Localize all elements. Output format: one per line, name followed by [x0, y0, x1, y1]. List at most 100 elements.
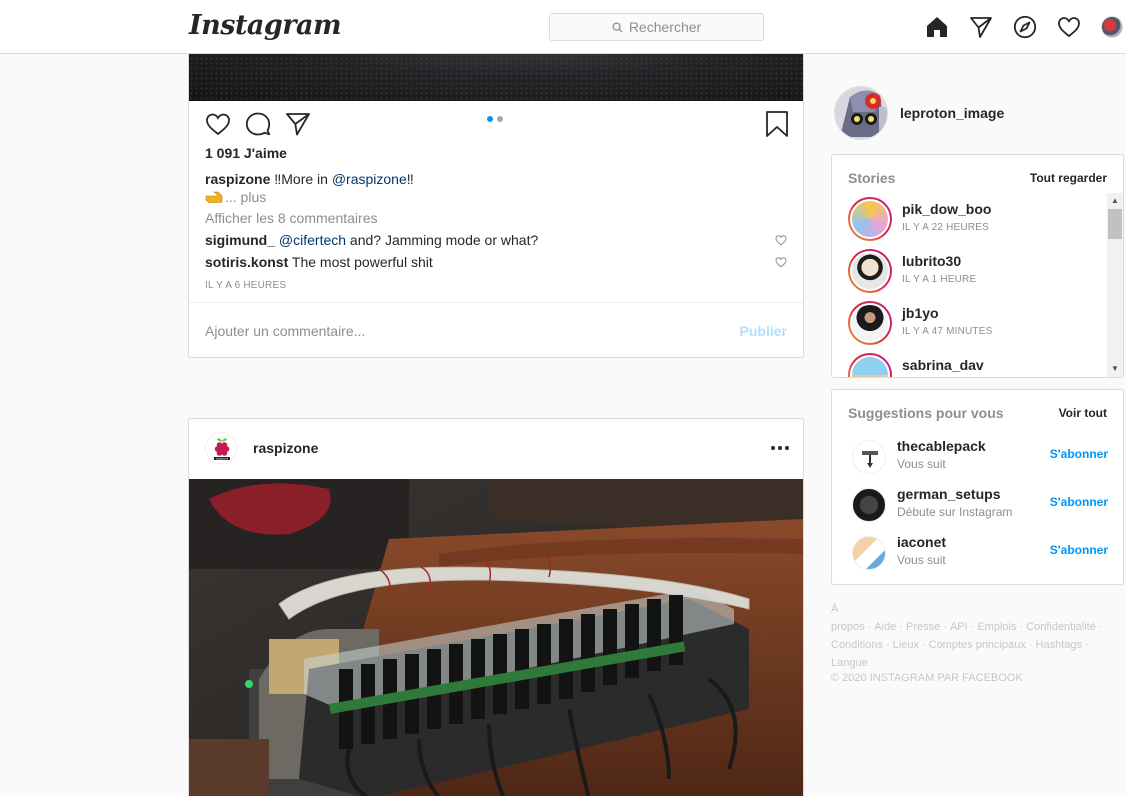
suggestion-reason: Vous suit — [897, 457, 946, 471]
suggestion-avatar[interactable] — [852, 536, 886, 570]
instagram-logo[interactable]: Instagram — [189, 10, 342, 41]
direct-icon[interactable] — [969, 15, 993, 39]
suggestion-item: thecablepack Vous suit S'abonner — [848, 438, 1108, 478]
suggestion-avatar[interactable] — [852, 440, 886, 474]
footer-link-locations[interactable]: Lieux — [893, 639, 919, 651]
comment-like-heart-icon[interactable] — [775, 234, 787, 246]
story-ring — [848, 249, 892, 293]
current-user-avatar[interactable] — [834, 86, 888, 140]
story-item[interactable]: jb1yo IL Y A 47 MINUTES — [848, 301, 1108, 349]
copyright: © 2020 INSTAGRAM PAR FACEBOOK — [831, 672, 1023, 684]
post-author-avatar[interactable]: raspizone — [205, 432, 237, 464]
footer-separator: · — [899, 621, 904, 633]
suggestion-username[interactable]: thecablepack — [897, 438, 986, 454]
footer-separator: · — [885, 639, 890, 651]
comment-mention[interactable]: @cifertech — [279, 232, 346, 248]
suggestion-username[interactable]: iaconet — [897, 534, 946, 550]
explore-icon[interactable] — [1013, 15, 1037, 39]
follow-button[interactable]: S'abonner — [1050, 543, 1108, 557]
post-options-icon[interactable] — [771, 446, 789, 450]
scroll-down-arrow-icon[interactable]: ▼ — [1111, 365, 1119, 373]
post-caption: raspizone ‼More in @raspizone‼ — [205, 171, 414, 187]
suggestion-avatar[interactable] — [852, 488, 886, 522]
story-item[interactable]: sabrina_dav — [848, 353, 1108, 377]
comment: sigimund_ @cifertech and? Jamming mode o… — [205, 232, 538, 248]
footer-link-privacy[interactable]: Confidentialité — [1026, 621, 1096, 633]
stories-panel: Stories Tout regarder pik_dow_boo IL Y A… — [831, 154, 1124, 378]
footer-link-language[interactable]: Langue — [831, 657, 868, 669]
story-ring — [848, 353, 892, 377]
pointing-hand-emoji-icon — [205, 191, 223, 203]
footer-link-press[interactable]: Presse — [906, 621, 940, 633]
stories-scrollbar[interactable]: ▲ ▼ — [1107, 193, 1123, 377]
comment-username[interactable]: sotiris.konst — [205, 254, 288, 270]
cable-logo-icon — [862, 451, 878, 468]
stories-title: Stories — [848, 170, 896, 186]
post-header: raspizone raspizone — [189, 419, 803, 479]
caption-username[interactable]: raspizone — [205, 171, 270, 187]
caption-more[interactable]: ... plus — [205, 189, 266, 205]
scroll-up-arrow-icon[interactable]: ▲ — [1111, 197, 1119, 205]
footer-separator: · — [1019, 621, 1024, 633]
footer-separator: · — [1028, 639, 1033, 651]
post-timestamp[interactable]: IL Y A 6 HEURES — [205, 280, 286, 291]
story-item[interactable]: lubrito30 IL Y A 1 HEURE — [848, 249, 1108, 297]
story-time: IL Y A 22 HEURES — [902, 222, 989, 233]
comment-like-heart-icon[interactable] — [775, 256, 787, 268]
follow-button[interactable]: S'abonner — [1050, 495, 1108, 509]
suggestion-username[interactable]: german_setups — [897, 486, 1000, 502]
caption-mention[interactable]: @raspizone — [332, 171, 407, 187]
footer-link-hashtags[interactable]: Hashtags — [1036, 639, 1082, 651]
comment-icon[interactable] — [245, 111, 271, 137]
footer-link-help[interactable]: Aide — [874, 621, 896, 633]
suggestions-panel: Suggestions pour vous Voir tout thecable… — [831, 389, 1124, 585]
save-bookmark-icon[interactable] — [765, 110, 789, 138]
comment-username[interactable]: sigimund_ — [205, 232, 275, 248]
likes-count[interactable]: 1 091 J'aime — [205, 145, 287, 161]
footer-link-about[interactable]: À propos — [831, 603, 865, 633]
footer-separator: · — [1098, 621, 1103, 633]
raspberry-logo-icon: raspizone — [214, 438, 230, 461]
story-ring — [848, 301, 892, 345]
see-all-suggestions-button[interactable]: Voir tout — [1059, 406, 1107, 420]
story-username: sabrina_dav — [902, 357, 984, 373]
footer-separator: · — [921, 639, 926, 651]
suggestions-title: Suggestions pour vous — [848, 405, 1004, 421]
comment-input[interactable]: Ajouter un commentaire... — [205, 323, 365, 339]
footer-link-top-accounts[interactable]: Comptes principaux — [929, 639, 1026, 651]
search-placeholder: Rechercher — [628, 19, 702, 35]
footer-link-api[interactable]: API — [950, 621, 968, 633]
like-heart-icon[interactable] — [205, 111, 231, 137]
share-icon[interactable] — [285, 111, 311, 137]
raspberry-pi-cluster-photo — [189, 479, 803, 796]
view-all-comments[interactable]: Afficher les 8 commentaires — [205, 210, 377, 226]
post-author-username[interactable]: raspizone — [253, 440, 318, 456]
current-user-username[interactable]: leproton_image — [900, 105, 1004, 121]
footer-separator: · — [970, 621, 975, 633]
story-item[interactable]: pik_dow_boo IL Y A 22 HEURES — [848, 197, 1108, 245]
activity-heart-icon[interactable] — [1057, 15, 1081, 39]
top-navigation-bar: Instagram Rechercher — [0, 0, 1126, 54]
post-image[interactable] — [189, 479, 803, 796]
more-link[interactable]: ... plus — [225, 189, 266, 205]
see-all-stories-button[interactable]: Tout regarder — [1030, 171, 1107, 185]
feed-post: 1 091 J'aime raspizone ‼More in @raspizo… — [188, 20, 804, 358]
search-input[interactable]: Rechercher — [549, 13, 764, 41]
follow-button[interactable]: S'abonner — [1050, 447, 1108, 461]
story-time: IL Y A 47 MINUTES — [902, 326, 993, 337]
footer-link-jobs[interactable]: Emplois — [977, 621, 1016, 633]
story-username: pik_dow_boo — [902, 201, 992, 217]
profile-avatar[interactable] — [1101, 16, 1123, 38]
post-actions — [205, 111, 325, 137]
suggestion-reason: Débute sur Instagram — [897, 505, 1013, 519]
footer-link-terms[interactable]: Conditions — [831, 639, 883, 651]
scrollbar-thumb[interactable] — [1108, 209, 1122, 239]
footer-separator: · — [1085, 639, 1089, 651]
story-username: jb1yo — [902, 305, 939, 321]
options-dot — [785, 446, 789, 450]
story-time: IL Y A 1 HEURE — [902, 274, 977, 285]
home-icon[interactable] — [925, 15, 949, 39]
search-icon — [612, 21, 623, 33]
footer-links: À propos · Aide · Presse · API · Emplois · Confide… — [831, 600, 1111, 672]
publish-button[interactable]: Publier — [740, 323, 787, 339]
